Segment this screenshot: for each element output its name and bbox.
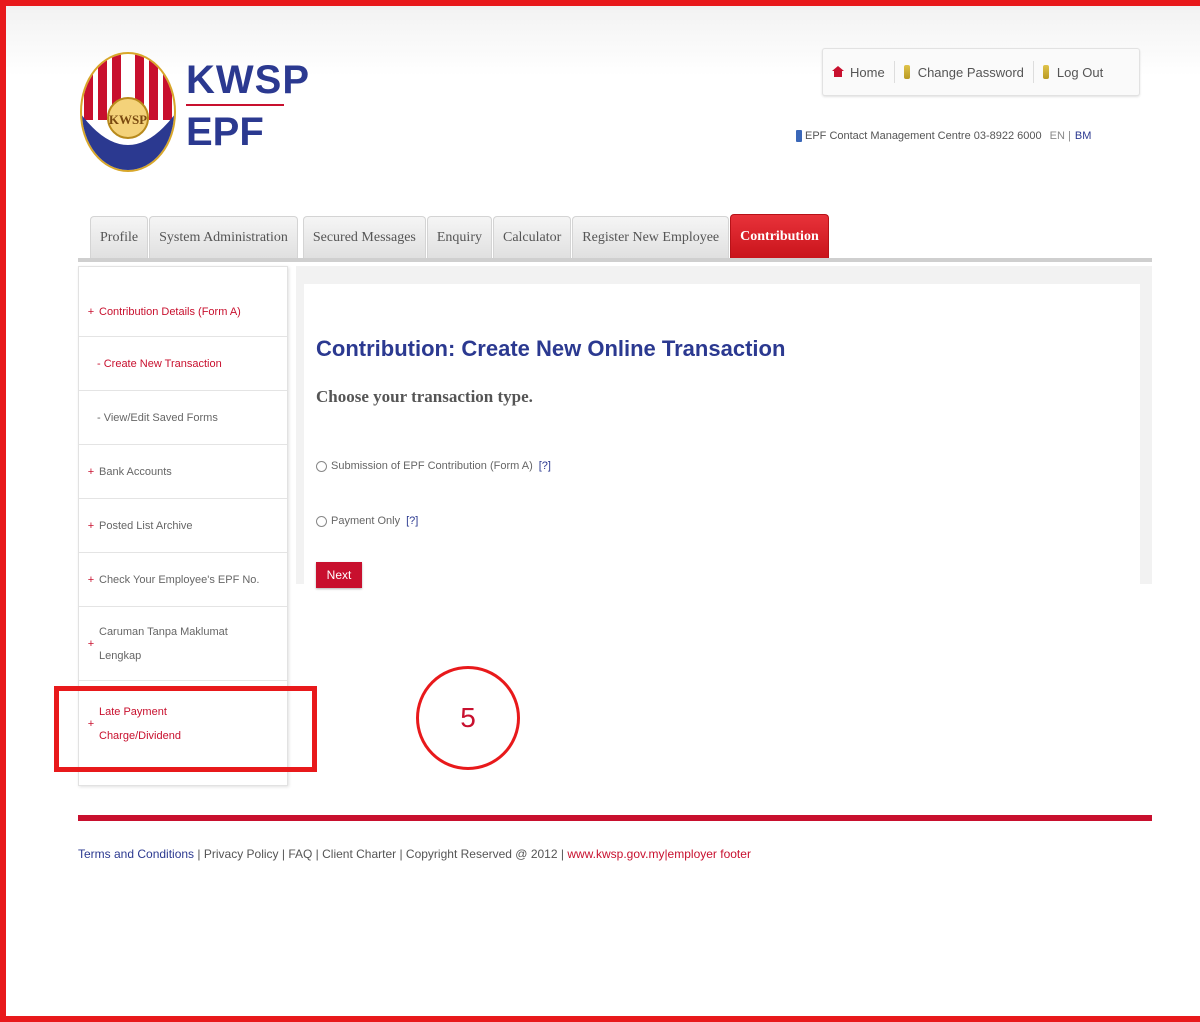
sidebar-item-label: Contribution Details (Form A) (99, 305, 241, 318)
main-content (304, 284, 1140, 584)
help-icon[interactable]: [?] (539, 460, 551, 472)
home-link[interactable]: Home (823, 61, 895, 83)
main-tabs: Profile System Administration Secured Me… (90, 214, 830, 258)
option-payment-only[interactable]: Payment Only [?] (316, 515, 418, 527)
footer-divider (78, 815, 1152, 821)
sidebar-item-label: Caruman Tanpa Maklumat Lengkap (99, 625, 228, 662)
terms-link[interactable]: Terms and Conditions (78, 847, 194, 861)
tabs-underline (78, 258, 1152, 262)
main-panel (296, 266, 1152, 584)
sidebar-item-caruman-tanpa-maklumat[interactable]: + Caruman Tanpa Maklumat Lengkap (79, 607, 287, 681)
tab-calculator[interactable]: Calculator (492, 216, 572, 258)
key-icon (1042, 65, 1049, 79)
change-password-link[interactable]: Change Password (895, 61, 1034, 83)
kwsp-emblem-icon: KWSP (80, 52, 176, 172)
kwsp-website-link[interactable]: www.kwsp.gov.my|employer footer (567, 847, 751, 861)
page-title: Contribution: Create New Online Transact… (316, 336, 786, 361)
highlight-box (54, 686, 317, 772)
brand-epf: EPF (186, 110, 264, 154)
option-form-a[interactable]: Submission of EPF Contribution (Form A) … (316, 460, 551, 472)
option-payment-only-label: Payment Only (331, 515, 401, 527)
sidebar-item-bank-accounts[interactable]: + Bank Accounts (79, 445, 287, 499)
radio-form-a[interactable] (316, 460, 327, 472)
home-icon (832, 66, 844, 78)
help-icon[interactable]: [?] (406, 515, 418, 527)
footer-links[interactable]: | Privacy Policy | FAQ | Client Charter … (194, 847, 567, 861)
kwsp-logo[interactable]: KWSP KWSP EPF (78, 40, 478, 180)
tab-contribution[interactable]: Contribution (730, 214, 829, 258)
step-number-badge: 5 (416, 666, 520, 770)
svg-text:KWSP: KWSP (109, 112, 147, 127)
top-links-bar: Home Change Password Log Out (822, 48, 1140, 96)
sidebar-item-create-new-transaction[interactable]: - Create New Transaction (79, 337, 287, 391)
radio-payment-only[interactable] (316, 515, 327, 527)
plus-icon: + (87, 465, 95, 478)
plus-icon: + (87, 573, 95, 586)
sidebar-item-label: - View/Edit Saved Forms (97, 411, 218, 424)
change-password-label: Change Password (917, 64, 1024, 80)
language-bm-link[interactable]: BM (1075, 130, 1092, 142)
plus-icon: + (87, 305, 95, 318)
contact-info: EPF Contact Management Centre 03-8922 60… (796, 130, 1091, 142)
sidebar-item-posted-list-archive[interactable]: + Posted List Archive (79, 499, 287, 553)
log-out-label: Log Out (1056, 64, 1104, 80)
tab-system-administration[interactable]: System Administration (149, 216, 298, 258)
tab-register-new-employee[interactable]: Register New Employee (572, 216, 730, 258)
brand-kwsp: KWSP (186, 58, 310, 102)
sidebar-item-label: Bank Accounts (99, 465, 172, 478)
sidebar-item-label: - Create New Transaction (97, 357, 222, 370)
plus-icon: + (87, 519, 95, 532)
phone-icon (796, 130, 802, 142)
sidebar-item-view-edit-saved-forms[interactable]: - View/Edit Saved Forms (79, 391, 287, 445)
sidebar-item-label: Check Your Employee's EPF No. (99, 573, 260, 586)
option-form-a-label: Submission of EPF Contribution (Form A) (331, 460, 533, 472)
key-icon (903, 65, 910, 79)
sidebar-item-contribution-details[interactable]: + Contribution Details (Form A) (79, 287, 287, 337)
log-out-link[interactable]: Log Out (1034, 61, 1112, 83)
next-button[interactable]: Next (316, 562, 362, 588)
sidebar-item-check-employee-epf-no[interactable]: + Check Your Employee's EPF No. (79, 553, 287, 607)
plus-icon: + (87, 637, 95, 650)
contact-text: EPF Contact Management Centre 03-8922 60… (805, 130, 1042, 142)
sidebar-item-label: Posted List Archive (99, 519, 193, 532)
brand-divider (186, 104, 284, 106)
language-en-link[interactable]: EN | (1050, 130, 1071, 142)
page-subtitle: Choose your transaction type. (316, 387, 533, 406)
tab-enquiry[interactable]: Enquiry (426, 216, 492, 258)
home-link-label: Home (850, 64, 885, 80)
tab-secured-messages[interactable]: Secured Messages (302, 216, 426, 258)
tab-profile[interactable]: Profile (90, 216, 149, 258)
footer: Terms and Conditions | Privacy Policy | … (78, 847, 751, 861)
